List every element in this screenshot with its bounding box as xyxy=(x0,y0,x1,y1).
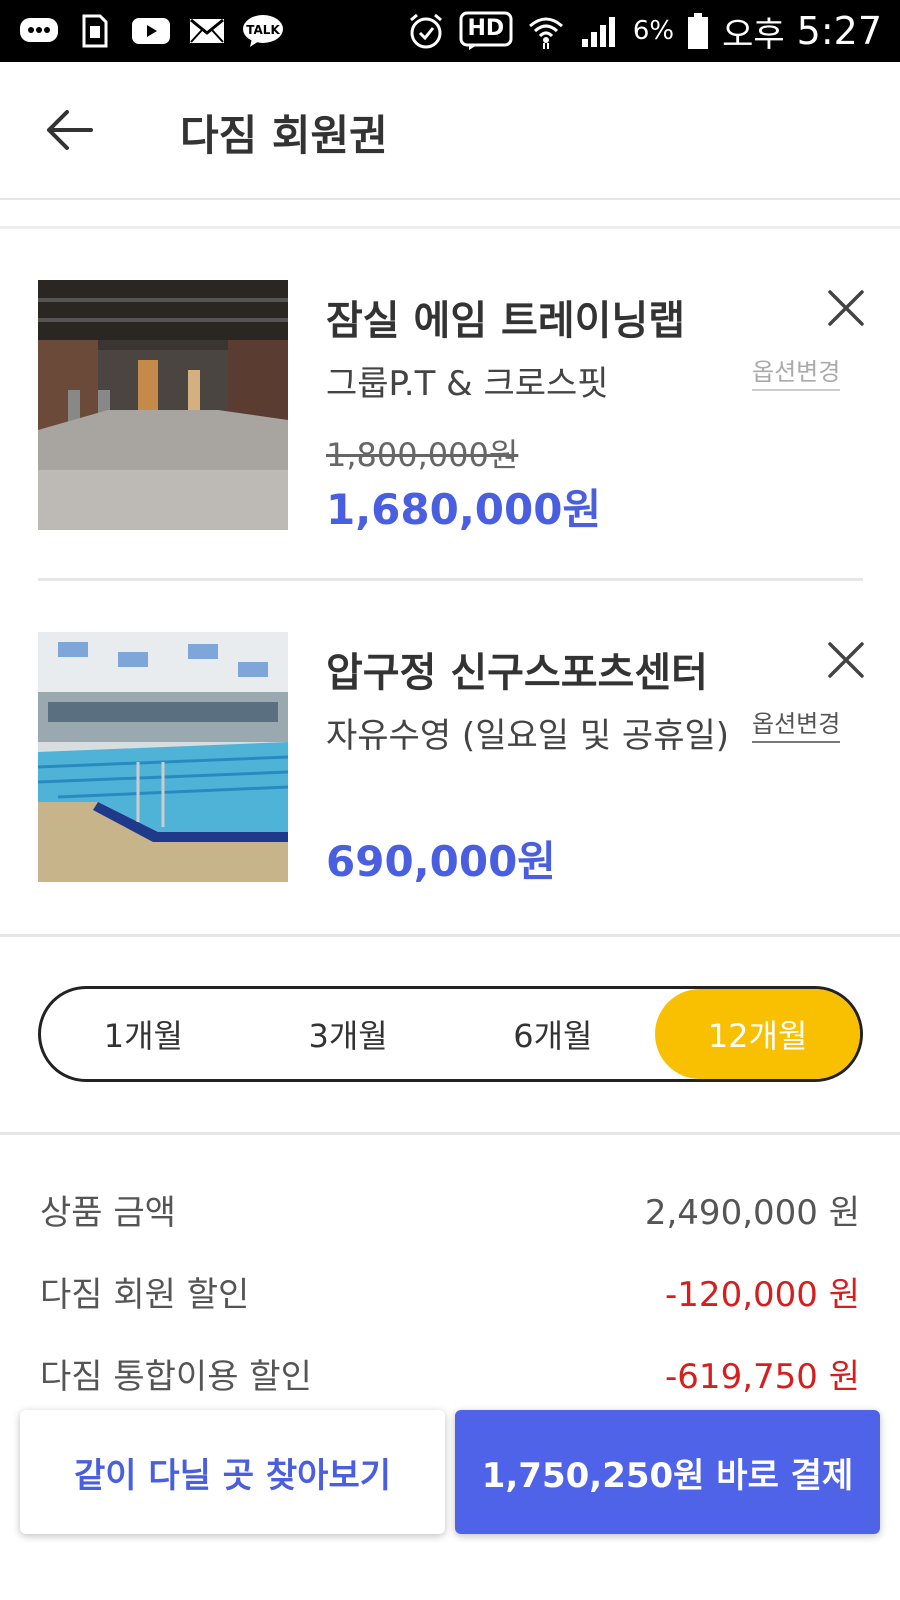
cart-item: 압구정 신구스포츠센터 자유수영 (일요일 및 공휴일) 옵션변경 690,00… xyxy=(0,632,900,932)
back-button[interactable] xyxy=(42,102,98,158)
hd-icon: HD xyxy=(459,11,513,50)
wifi-icon xyxy=(525,13,567,49)
sim-icon xyxy=(74,13,116,49)
summary-label: 상품 금액 xyxy=(40,1192,176,1233)
youtube-icon xyxy=(130,13,172,49)
battery-percent: 6% xyxy=(632,16,675,46)
change-option-link[interactable]: 옵션변경 xyxy=(752,352,841,391)
remove-item-button[interactable] xyxy=(822,636,870,684)
close-icon xyxy=(828,642,864,678)
clock-time: 5:27 xyxy=(796,9,882,53)
find-together-button[interactable]: 같이 다닐 곳 찾아보기 xyxy=(20,1410,445,1534)
close-icon xyxy=(828,290,864,326)
summary-value: -619,750 원 xyxy=(665,1356,860,1397)
period-selector: 1개월 3개월 6개월 12개월 xyxy=(38,986,863,1082)
pay-now-button[interactable]: 1,750,250원 바로 결제 xyxy=(455,1410,880,1534)
summary-value: 2,490,000 원 xyxy=(644,1192,860,1233)
arrow-left-icon xyxy=(47,110,93,150)
hd-label: HD xyxy=(467,15,505,41)
sale-price: 690,000원 xyxy=(326,837,556,886)
period-option-1-month[interactable]: 1개월 xyxy=(41,989,246,1079)
original-price: 1,800,000원 xyxy=(326,436,519,474)
header-divider xyxy=(0,226,900,229)
message-icon xyxy=(18,13,60,49)
ampm-label: 오후 xyxy=(722,14,785,55)
indoor-swimming-pool-photo xyxy=(38,632,288,882)
period-option-3-months[interactable]: 3개월 xyxy=(246,989,451,1079)
page-title: 다짐 회원권 xyxy=(180,111,388,160)
item-option: 그룹P.T & 크로스핏 xyxy=(326,364,609,404)
remove-item-button[interactable] xyxy=(822,284,870,332)
signal-icon xyxy=(579,13,621,49)
summary-row-product-price: 상품 금액 2,490,000 원 xyxy=(40,1184,860,1234)
period-option-6-months[interactable]: 6개월 xyxy=(451,989,656,1079)
kakaotalk-icon: TALK xyxy=(242,13,284,49)
section-divider xyxy=(0,934,900,937)
summary-row-combined-discount: 다짐 통합이용 할인 -619,750 원 xyxy=(40,1348,860,1398)
summary-label: 다짐 통합이용 할인 xyxy=(40,1356,312,1397)
summary-value: -120,000 원 xyxy=(665,1274,860,1315)
section-divider xyxy=(0,1132,900,1135)
item-name: 압구정 신구스포츠센터 xyxy=(326,650,708,696)
period-option-12-months[interactable]: 12개월 xyxy=(655,989,860,1079)
summary-label: 다짐 회원 할인 xyxy=(40,1274,250,1315)
mail-icon xyxy=(186,13,228,49)
alarm-icon xyxy=(405,13,447,49)
sale-price: 1,680,000원 xyxy=(326,485,602,534)
summary-row-member-discount: 다짐 회원 할인 -120,000 원 xyxy=(40,1266,860,1316)
cart-item: 잠실 에임 트레이닝랩 그룹P.T & 크로스핏 옵션변경 1,800,000원… xyxy=(0,280,900,580)
battery-icon xyxy=(686,13,710,49)
gym-interior-photo xyxy=(38,280,288,530)
app-header: 다짐 회원권 xyxy=(0,62,900,200)
change-option-link[interactable]: 옵션변경 xyxy=(752,704,841,743)
svg-text:TALK: TALK xyxy=(246,23,280,37)
item-option: 자유수영 (일요일 및 공휴일) xyxy=(326,716,730,756)
item-name: 잠실 에임 트레이닝랩 xyxy=(326,298,686,344)
status-bar: TALK HD 6% 오후 5:27 xyxy=(0,0,900,62)
item-divider xyxy=(38,578,863,581)
